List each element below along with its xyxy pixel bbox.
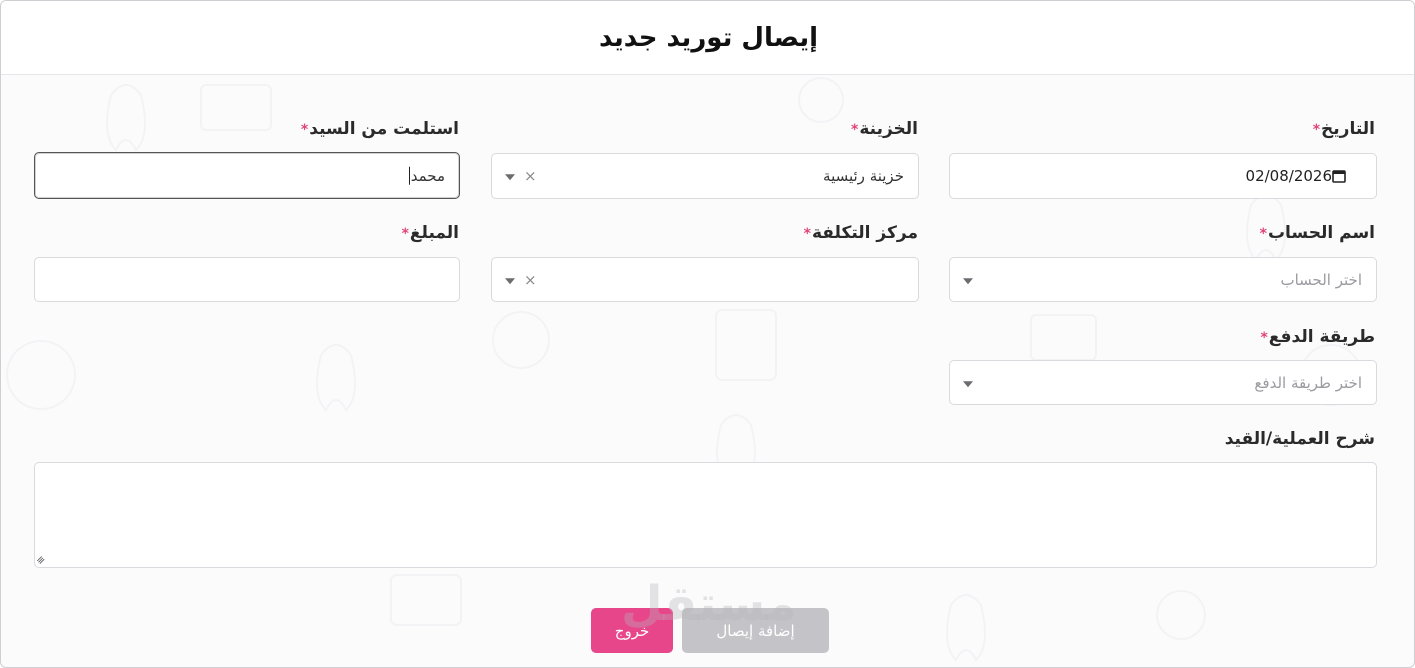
account-select[interactable]: اختر الحساب: [949, 257, 1377, 302]
cost-center-select[interactable]: ×: [491, 257, 919, 302]
exit-button[interactable]: خروج: [591, 608, 673, 653]
chevron-down-icon[interactable]: [963, 277, 973, 284]
required-mark: *: [803, 226, 811, 242]
required-mark: *: [851, 122, 859, 138]
date-value: 02/08/2026: [1245, 167, 1332, 185]
payment-method-label: طريقة الدفع*: [1260, 327, 1375, 347]
add-receipt-button[interactable]: إضافة إيصال: [682, 608, 829, 653]
required-mark: *: [1312, 122, 1321, 138]
required-mark: *: [1259, 226, 1267, 242]
received-from-value: محمد: [410, 166, 445, 185]
received-from-label: استلمت من السيد*: [300, 119, 459, 139]
account-label: اسم الحساب*: [1259, 223, 1375, 243]
calendar-icon[interactable]: [1332, 169, 1346, 183]
required-mark: *: [300, 122, 309, 138]
required-mark: *: [401, 226, 409, 242]
description-textarea[interactable]: [34, 462, 1377, 568]
dialog-title: إيصال توريد جديد: [598, 22, 819, 53]
received-from-value-wrap: محمد: [408, 166, 445, 185]
chevron-down-icon[interactable]: [505, 174, 515, 181]
payment-method-select[interactable]: اختر طريقة الدفع: [949, 360, 1377, 405]
clear-icon[interactable]: ×: [524, 167, 537, 185]
dialog-header: إيصال توريد جديد: [1, 1, 1414, 75]
text-cursor: [408, 166, 410, 185]
amount-input[interactable]: [34, 257, 460, 302]
received-from-input[interactable]: محمد: [34, 152, 460, 199]
treasury-label: الخزينة*: [851, 119, 918, 139]
chevron-down-icon[interactable]: [963, 380, 973, 387]
treasury-value: خزينة رئيسية: [823, 167, 904, 185]
cost-center-label: مركز التكلفة*: [803, 223, 918, 243]
payment-method-placeholder: اختر طريقة الدفع: [1254, 373, 1362, 392]
chevron-down-icon[interactable]: [505, 277, 515, 284]
required-mark: *: [1260, 330, 1268, 346]
clear-icon[interactable]: ×: [524, 271, 537, 289]
date-label: التاريخ*: [1312, 119, 1375, 139]
treasury-select[interactable]: خزينة رئيسية ×: [491, 153, 919, 199]
amount-label: المبلغ*: [401, 223, 459, 243]
date-input[interactable]: 02/08/2026: [949, 153, 1377, 199]
account-placeholder: اختر الحساب: [1280, 270, 1362, 289]
description-label: شرح العملية/القيد: [1224, 429, 1375, 449]
receipt-dialog: إيصال توريد جديد التاريخ* 02/08/2026 الخ…: [0, 0, 1415, 668]
